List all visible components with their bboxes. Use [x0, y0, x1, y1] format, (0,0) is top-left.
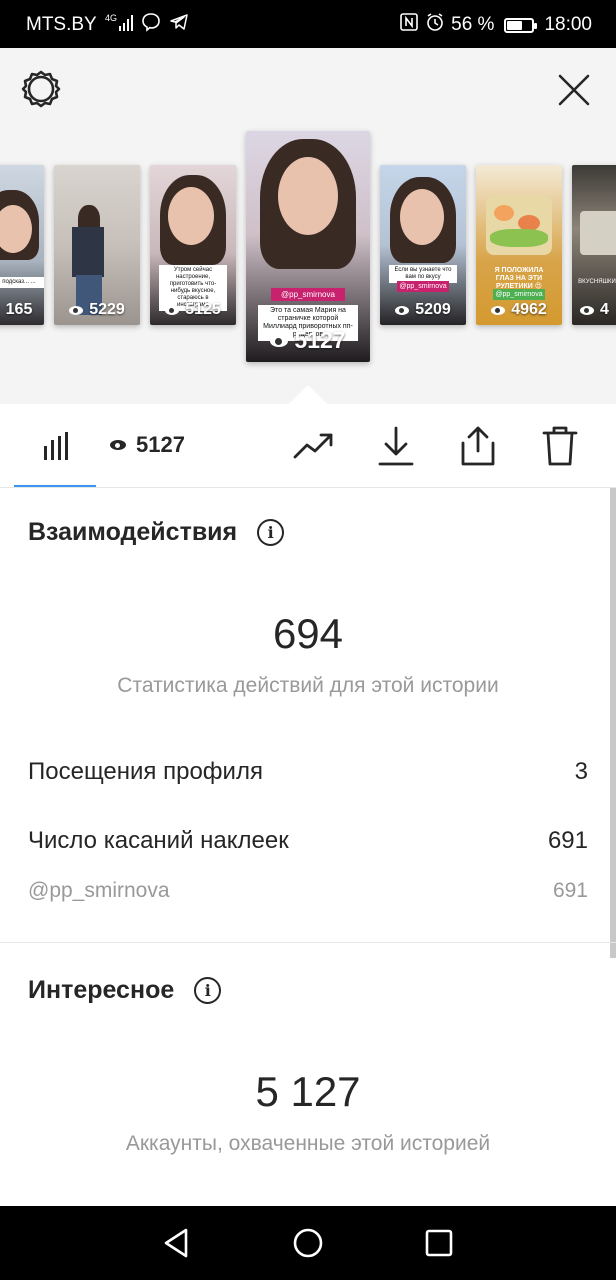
interactions-subtitle: Статистика действий для этой истории	[117, 674, 499, 697]
story-thumbnail[interactable]: подсказ... ... 165	[0, 165, 44, 325]
battery-icon	[504, 17, 538, 33]
svg-text:4G: 4G	[105, 13, 117, 23]
interactions-header: Взаимодействия i	[28, 518, 285, 547]
thumbnail-views: 5125	[150, 301, 236, 319]
back-icon[interactable]	[160, 1226, 194, 1260]
story-thumbnail[interactable]: Я ПОЛОЖИЛА ГЛАЗ НА ЭТИ РУЛЕТИКИ 😍 @pp_sm…	[476, 165, 562, 325]
story-thumbnails: подсказ... ... 165 5229 Утром сейчас нас…	[0, 48, 616, 404]
stat-sub-row-value: 691	[552, 879, 588, 902]
eye-icon	[580, 305, 594, 315]
thumbnail-views-value: 165	[5, 301, 33, 318]
thumbnail-views: 4	[572, 301, 616, 319]
thumbnail-views: 165	[0, 301, 44, 319]
thumbnail-views-value: 5229	[89, 301, 125, 318]
scrollbar[interactable]	[610, 488, 616, 958]
status-bar: MTS.BY 4G 56 % 18:00	[0, 0, 616, 48]
system-nav-bar	[0, 1206, 616, 1280]
clock: 18:00	[544, 14, 592, 35]
discovery-subtitle: Аккаунты, охваченные этой историей	[125, 1132, 491, 1155]
story-toolbar: 5127	[0, 404, 616, 488]
recent-apps-icon[interactable]	[422, 1226, 456, 1260]
eye-icon	[491, 305, 506, 315]
download-icon[interactable]	[376, 424, 416, 468]
section-divider	[0, 942, 616, 943]
carrier-label: MTS.BY	[26, 14, 97, 35]
info-icon[interactable]: i	[257, 519, 285, 546]
signal-icon: 4G	[105, 12, 133, 38]
story-thumbnail[interactable]: Утром сейчас настроение, приготовить что…	[150, 165, 236, 325]
stat-row: Число касаний наклеек 691	[28, 827, 588, 855]
thumbnail-views-value: 5209	[415, 301, 451, 318]
stat-sub-row-label: @pp_smirnova	[28, 879, 170, 902]
stat-row: Посещения профиля 3	[28, 758, 588, 786]
alarm-icon	[425, 12, 445, 38]
views-counter: 5127	[110, 432, 185, 458]
thumbnail-views: 5209	[380, 301, 466, 319]
telegram-icon	[169, 12, 189, 38]
bar-chart-icon[interactable]	[36, 424, 76, 468]
insights-content[interactable]: Взаимодействия i 694 Статистика действий…	[0, 488, 616, 1206]
thumbnail-views: 4962	[476, 301, 562, 319]
discovery-title: Интересное	[28, 976, 175, 1004]
thumbnail-views-value: 4962	[511, 301, 547, 318]
mention-tag: @pp_smirnova	[270, 288, 346, 301]
trash-icon[interactable]	[540, 424, 580, 468]
mention-tag: @pp_smirnova	[397, 281, 449, 292]
eye-icon	[69, 305, 84, 315]
trending-icon[interactable]	[292, 424, 338, 468]
thumbnail-caption: подсказ... ...	[0, 277, 44, 288]
close-icon[interactable]	[556, 72, 592, 108]
active-tab-indicator	[14, 485, 96, 487]
stat-row-value: 3	[574, 758, 588, 785]
eye-icon	[110, 440, 126, 450]
thumbnail-views: 5229	[54, 301, 140, 319]
thumbnail-views: 5127	[246, 327, 370, 354]
mention-tag: @pp_smirnova	[493, 289, 545, 300]
story-thumbnail[interactable]: 5229	[54, 165, 140, 325]
eye-icon	[270, 334, 289, 347]
story-thumbnail[interactable]: ВКУСНЯШКИ 4	[572, 165, 616, 325]
status-right: 56 % 18:00	[399, 12, 592, 38]
stat-sub-row: @pp_smirnova 691	[28, 879, 588, 903]
stat-row-label: Число касаний наклеек	[28, 827, 289, 854]
thumbnail-views-value: 5127	[294, 327, 346, 353]
views-count-value: 5127	[136, 432, 185, 457]
thumbnail-caption: ВКУСНЯШКИ	[578, 279, 616, 285]
eye-icon	[395, 305, 410, 315]
thumbnail-views-value: 5125	[185, 301, 221, 318]
discovery-header: Интересное i	[28, 976, 222, 1005]
nfc-icon	[399, 12, 419, 38]
battery-percent: 56 %	[451, 14, 495, 35]
share-icon[interactable]	[458, 424, 498, 468]
home-icon[interactable]	[291, 1226, 325, 1260]
discovery-total: 5 127	[255, 1068, 361, 1115]
stat-row-value: 691	[547, 827, 588, 854]
interactions-total: 694	[272, 610, 344, 657]
info-icon[interactable]: i	[194, 977, 222, 1004]
story-thumbnail-selected[interactable]: @pp_smirnova Это та самая Мария на стран…	[246, 131, 370, 362]
battery-fill	[507, 20, 522, 30]
selected-story-pointer	[288, 385, 328, 405]
viber-icon	[141, 12, 161, 38]
story-strip-area: подсказ... ... 165 5229 Утром сейчас нас…	[0, 48, 616, 405]
stat-row-label: Посещения профиля	[28, 758, 263, 785]
interactions-title: Взаимодействия	[28, 518, 238, 546]
eye-icon	[165, 305, 180, 315]
thumbnail-views-value: 4	[600, 301, 609, 318]
settings-gear-icon[interactable]	[20, 68, 62, 110]
status-left: MTS.BY 4G	[26, 12, 189, 38]
story-thumbnail[interactable]: Если вы узнаете что вам по вкусу @pp_smi…	[380, 165, 466, 325]
